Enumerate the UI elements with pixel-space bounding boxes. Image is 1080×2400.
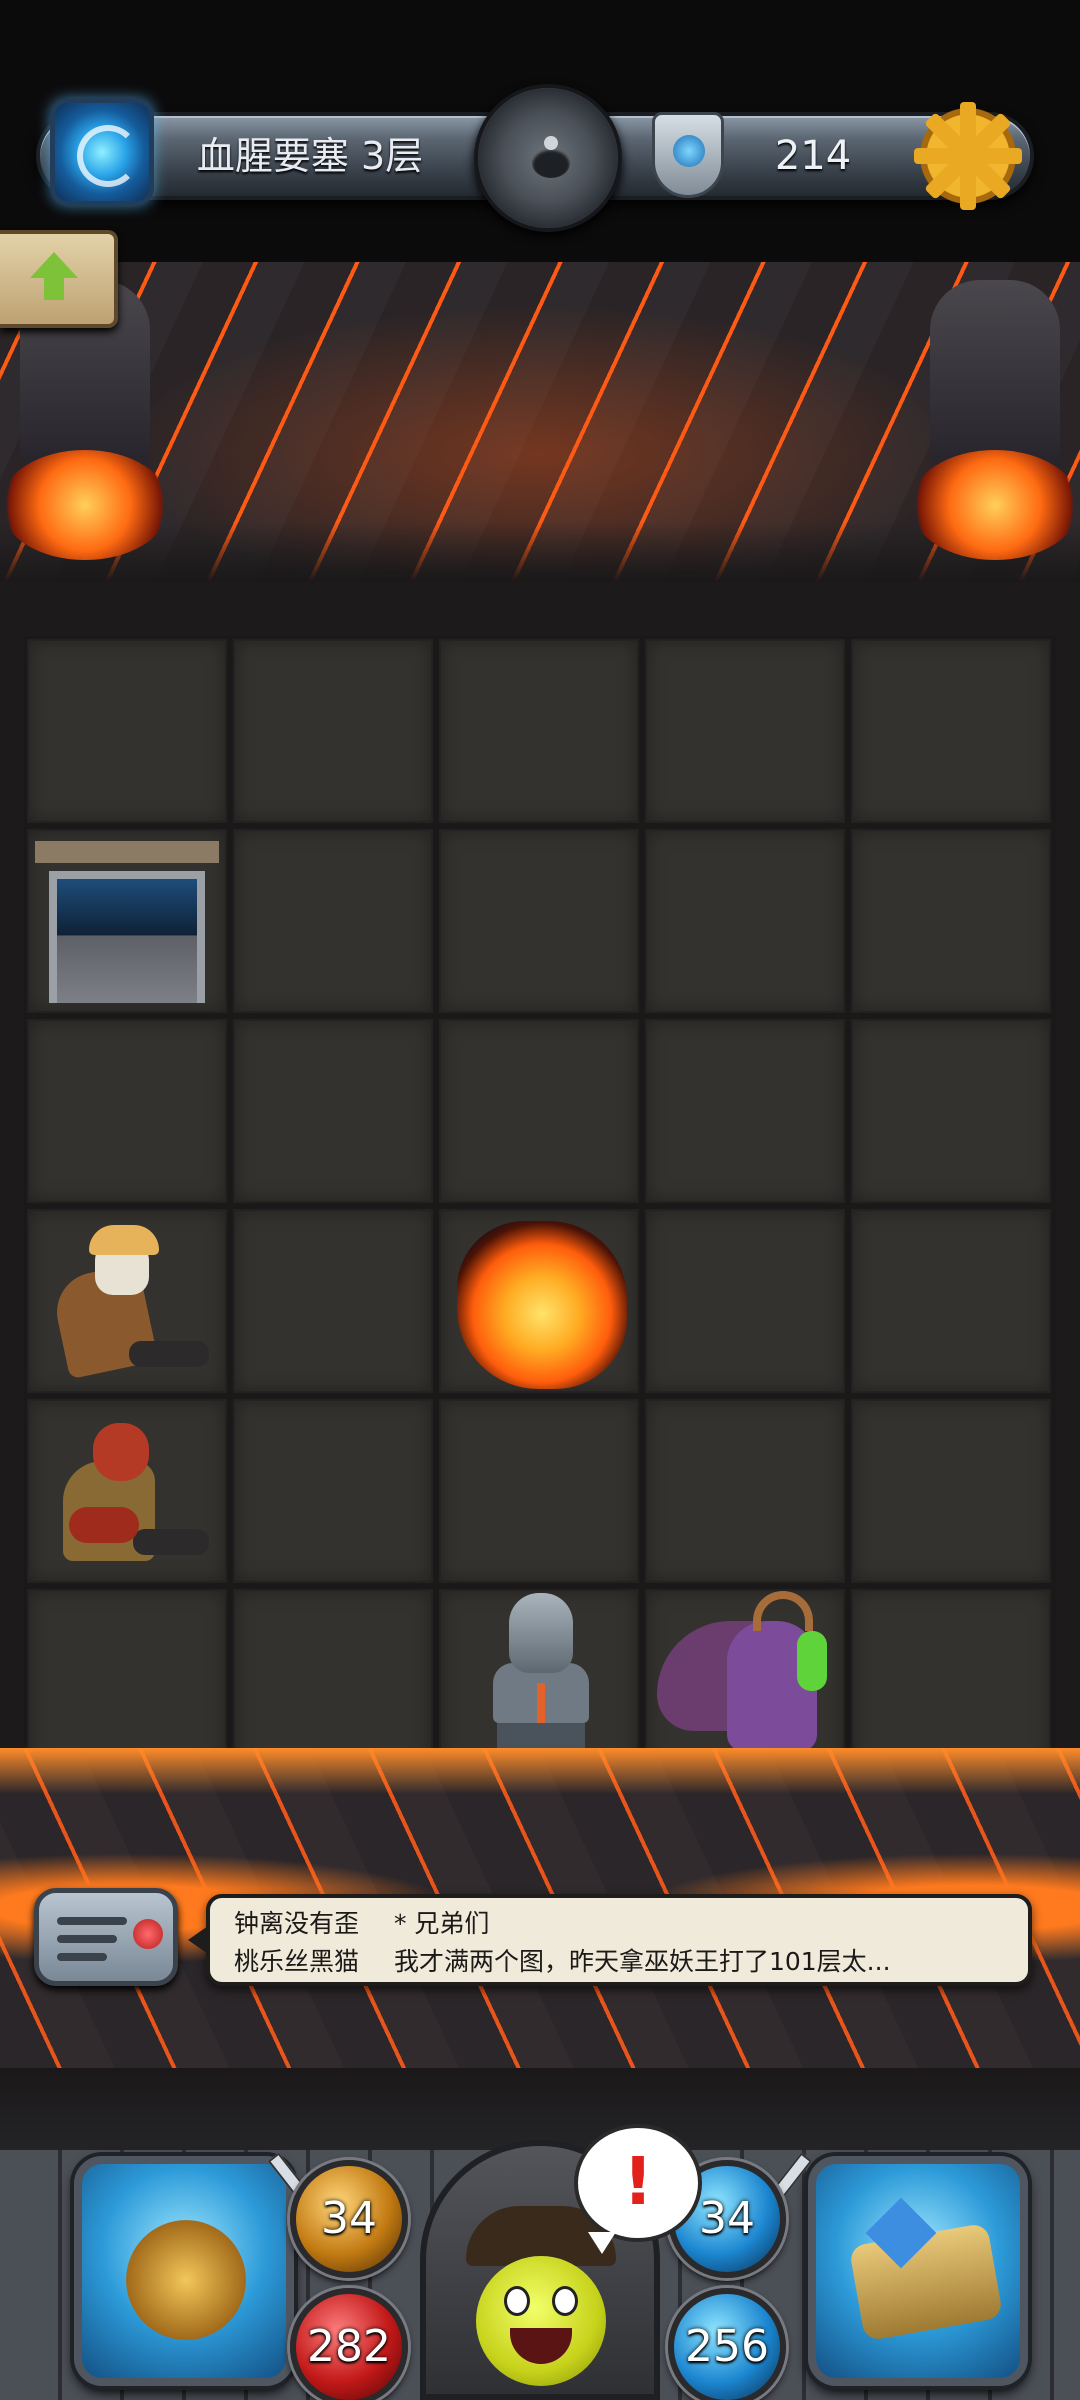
chat-sender: 钟离没有歪: [234, 1909, 360, 1938]
board-tile[interactable]: [233, 639, 433, 823]
hp-stat: 282: [290, 2288, 408, 2400]
board-tile[interactable]: [439, 639, 639, 823]
board-tile[interactable]: [27, 1399, 227, 1583]
chat-sender: 桃乐丝黑猫: [234, 1947, 360, 1976]
board-tile[interactable]: [233, 829, 433, 1013]
board-tile[interactable]: [233, 1399, 433, 1583]
knight-statue-right: [890, 280, 1080, 570]
chat-message: 桃乐丝黑猫 我才满两个图，昨天拿巫妖王打了101层太...: [234, 1944, 891, 1980]
bag-icon[interactable]: [808, 2156, 1028, 2386]
board-tile[interactable]: [851, 1019, 1051, 1203]
dungeon-board: [24, 636, 1056, 1773]
portal-icon[interactable]: [50, 98, 154, 206]
board-tile[interactable]: [439, 1209, 639, 1393]
board-tile[interactable]: [851, 1589, 1051, 1773]
chat-text: * 兄弟们: [393, 1909, 490, 1938]
board-tile[interactable]: [27, 639, 227, 823]
board-tile[interactable]: [27, 829, 227, 1013]
floor-title: 血腥要塞 3层: [196, 134, 424, 178]
board-tile[interactable]: [645, 639, 845, 823]
stairs-down[interactable]: [35, 841, 219, 1003]
board-tile[interactable]: [439, 1399, 639, 1583]
board-tile[interactable]: [645, 1589, 845, 1773]
board-tile[interactable]: [233, 1589, 433, 1773]
board-tile[interactable]: [439, 829, 639, 1013]
board-tile[interactable]: [439, 1589, 639, 1773]
chat-text: 我才满两个图，昨天拿巫妖王打了101层太...: [393, 1947, 891, 1976]
equipment-icon[interactable]: [74, 2156, 294, 2386]
board-tile[interactable]: [645, 1399, 845, 1583]
gargoyle-statue[interactable]: [483, 1593, 599, 1771]
chat-bubble[interactable]: 钟离没有歪 * 兄弟们 桃乐丝黑猫 我才满两个图，昨天拿巫妖王打了101层太..…: [188, 1894, 1032, 1986]
board-tile[interactable]: [851, 829, 1051, 1013]
board-tile[interactable]: [439, 1019, 639, 1203]
gear-icon[interactable]: [912, 100, 1024, 212]
board-tile[interactable]: [27, 1019, 227, 1203]
lava-pit[interactable]: [457, 1221, 627, 1389]
board-tile[interactable]: [645, 1019, 845, 1203]
alert-bubble[interactable]: !: [574, 2124, 702, 2254]
red-demon[interactable]: [49, 1421, 215, 1571]
up-arrow-button[interactable]: [0, 230, 118, 328]
bomb-icon[interactable]: [474, 84, 622, 232]
board-tile[interactable]: [851, 639, 1051, 823]
board-tile[interactable]: [645, 829, 845, 1013]
board-tile[interactable]: [645, 1209, 845, 1393]
board-tile[interactable]: [233, 1209, 433, 1393]
board-tile[interactable]: [851, 1209, 1051, 1393]
board-tile[interactable]: [27, 1589, 227, 1773]
gold-count: 214: [774, 133, 852, 179]
attack-stat: 34: [290, 2160, 408, 2278]
board-tile[interactable]: [851, 1399, 1051, 1583]
board-tile[interactable]: [233, 1019, 433, 1203]
skeleton-detective[interactable]: [49, 1225, 215, 1381]
mp-stat: 256: [668, 2288, 786, 2400]
board-tile[interactable]: [27, 1209, 227, 1393]
chat-radio-icon[interactable]: [34, 1888, 178, 1986]
shield-icon: [652, 112, 724, 198]
chat-message: 钟离没有歪 * 兄弟们: [234, 1906, 489, 1942]
